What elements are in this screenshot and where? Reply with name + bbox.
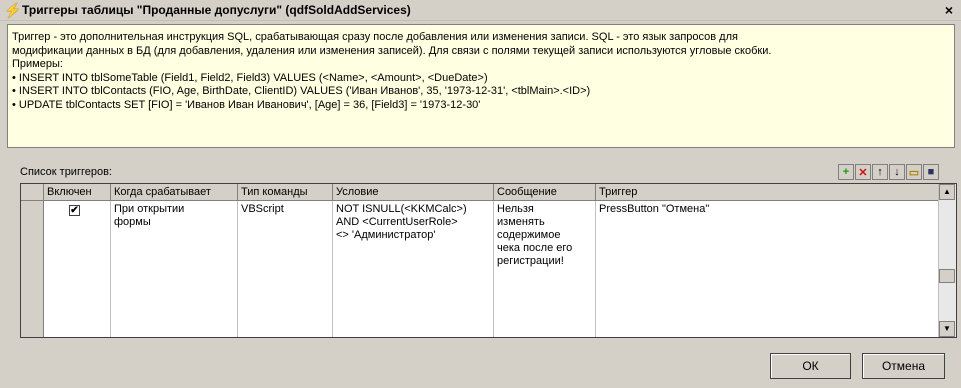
triggers-grid[interactable]: Включен Когда срабатывает Тип команды Ус…: [20, 183, 957, 338]
cancel-button[interactable]: Отмена: [862, 353, 945, 379]
move-up-icon[interactable]: ↑: [872, 164, 888, 180]
column-header-when[interactable]: Когда срабатывает: [111, 184, 238, 201]
cell-trigger[interactable]: PressButton "Отмена": [596, 201, 941, 337]
help-line: • INSERT INTO tblContacts (FIO, Age, Bir…: [12, 85, 591, 97]
cell-text: При открытии: [114, 203, 185, 215]
cell-text: содержимое: [497, 229, 561, 241]
scroll-thumb[interactable]: [939, 269, 955, 283]
cell-text: чека после его: [497, 242, 573, 254]
column-header-trigger[interactable]: Триггер: [596, 184, 941, 201]
cell-text: PressButton "Отмена": [599, 203, 710, 215]
open-folder-icon[interactable]: ▭: [906, 164, 922, 180]
help-line: • INSERT INTO tblSomeTable (Field1, Fiel…: [12, 71, 488, 84]
delete-icon[interactable]: ✕: [855, 164, 871, 180]
save-icon[interactable]: ■: [923, 164, 939, 180]
cell-text: VBScript: [241, 203, 284, 215]
ok-button[interactable]: ОК: [770, 353, 851, 379]
cell-type[interactable]: VBScript: [238, 201, 333, 337]
row-header-corner: [21, 184, 44, 201]
cell-when[interactable]: При открытии формы: [111, 201, 238, 337]
row-selector[interactable]: [21, 201, 44, 337]
cell-text: изменять: [497, 216, 545, 228]
scroll-down-icon[interactable]: ▼: [939, 321, 955, 337]
column-header-message[interactable]: Сообщение: [494, 184, 596, 201]
scroll-up-icon[interactable]: ▲: [939, 184, 955, 200]
cell-text: AND <CurrentUserRole>: [336, 216, 458, 228]
cell-enabled[interactable]: ✔: [44, 201, 111, 337]
column-header-condition[interactable]: Условие: [333, 184, 494, 201]
help-line: модификации данных в БД (для добавления,…: [12, 44, 772, 57]
cell-text: <> 'Администратор': [336, 229, 436, 241]
help-panel: Триггер - это дополнительная инструкция …: [7, 24, 955, 148]
dialog-window: ⚡ Триггеры таблицы "Проданные допуслуги"…: [0, 0, 961, 388]
window-title: Триггеры таблицы "Проданные допуслуги" (…: [22, 3, 411, 17]
help-line: Триггер - это дополнительная инструкция …: [12, 31, 738, 43]
enabled-checkbox[interactable]: ✔: [69, 205, 80, 216]
cell-message[interactable]: Нельзя изменять содержимое чека после ег…: [494, 201, 596, 337]
close-button[interactable]: ×: [941, 2, 957, 18]
move-down-icon[interactable]: ↓: [889, 164, 905, 180]
help-line: • UPDATE tblContacts SET [FIO] = 'Иванов…: [12, 98, 481, 111]
triggers-list-label: Список триггеров:: [20, 166, 112, 178]
cell-text: регистрации!: [497, 255, 564, 267]
cell-condition[interactable]: NOT ISNULL(<KKMCalc>) AND <CurrentUserRo…: [333, 201, 494, 337]
grid-toolbar: + ✕ ↑ ↓ ▭ ■: [838, 164, 939, 180]
vertical-scrollbar[interactable]: ▲ ▼: [938, 184, 956, 337]
lightning-icon: ⚡: [4, 2, 22, 18]
cell-text: NOT ISNULL(<KKMCalc>): [336, 203, 467, 215]
title-bar[interactable]: ⚡ Триггеры таблицы "Проданные допуслуги"…: [0, 0, 961, 21]
cell-text: формы: [114, 216, 151, 228]
column-header-type[interactable]: Тип команды: [238, 184, 333, 201]
column-header-enabled[interactable]: Включен: [44, 184, 111, 201]
cell-text: Нельзя: [497, 203, 534, 215]
help-line: Примеры:: [12, 58, 63, 70]
add-icon[interactable]: +: [838, 164, 854, 180]
